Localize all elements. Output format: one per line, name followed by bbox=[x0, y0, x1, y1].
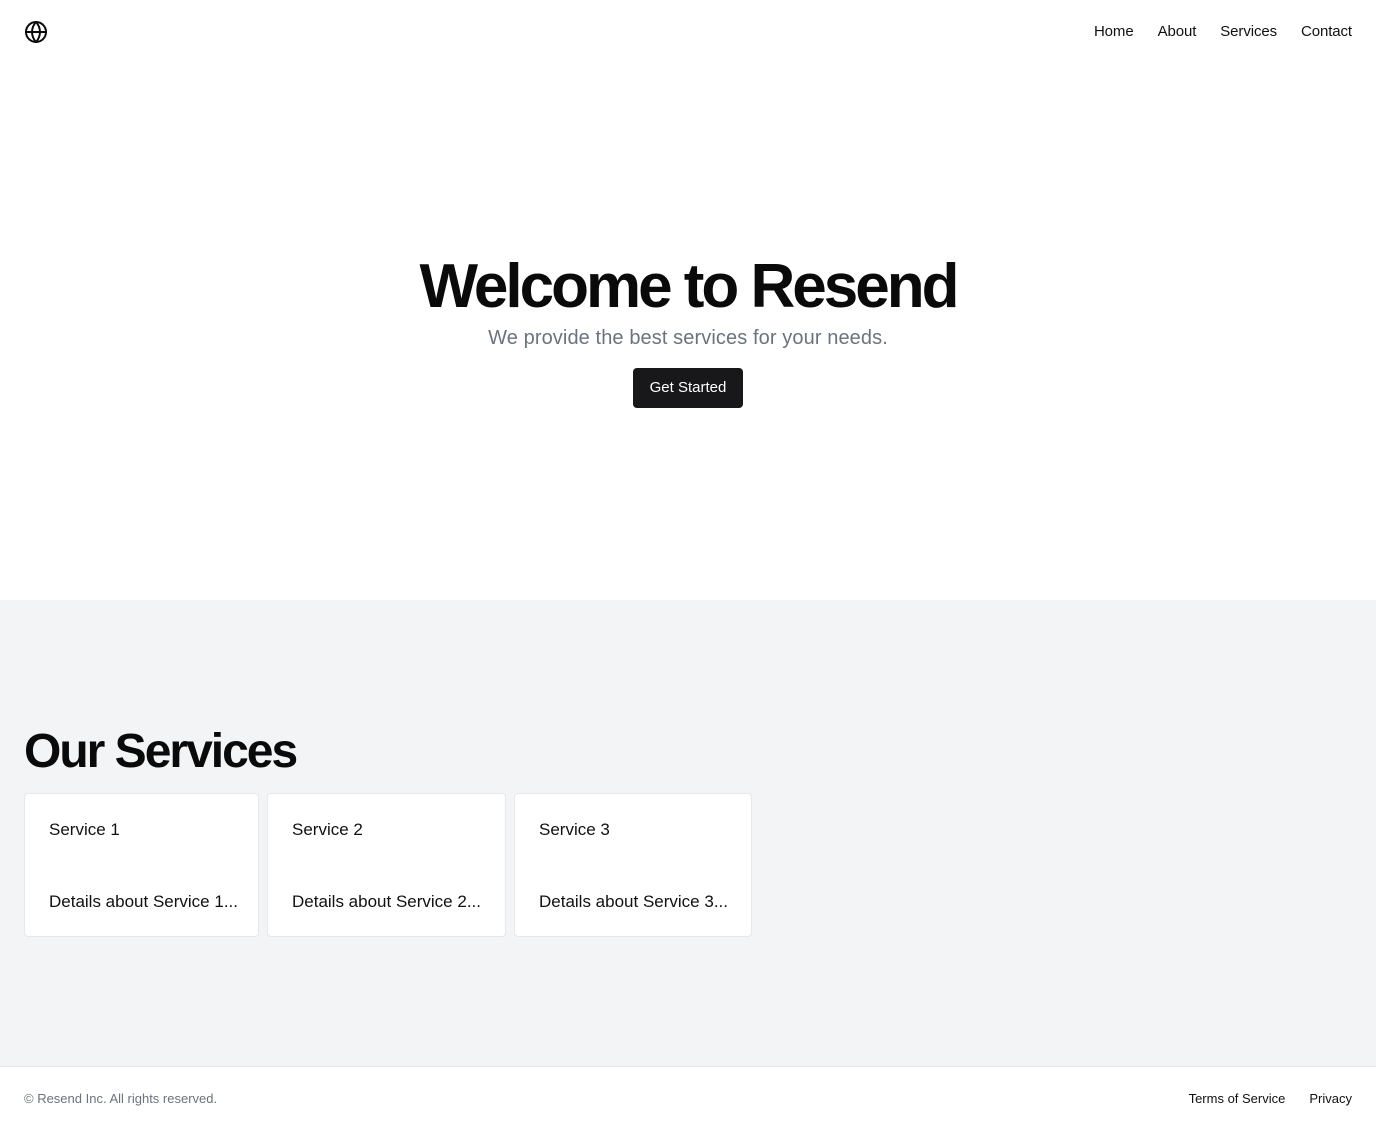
nav-link-about[interactable]: About bbox=[1158, 22, 1197, 42]
nav-link-contact[interactable]: Contact bbox=[1301, 22, 1352, 42]
hero-title: Welcome to Resend bbox=[419, 252, 959, 321]
site-header: Home About Services Contact bbox=[0, 0, 1376, 64]
nav-link-home[interactable]: Home bbox=[1094, 22, 1134, 42]
services-title: Our Services bbox=[24, 725, 298, 778]
main-nav: Home About Services Contact bbox=[1094, 22, 1352, 42]
service-card[interactable]: Service 2 Details about Service 2... bbox=[267, 793, 506, 937]
services-section: Our Services Service 1 Details about Ser… bbox=[0, 600, 1376, 1066]
terms-of-service-link[interactable]: Terms of Service bbox=[1189, 1091, 1286, 1107]
service-card-title: Service 3 bbox=[539, 820, 610, 839]
service-card-description: Details about Service 1... bbox=[49, 892, 238, 911]
hero-subtitle: We provide the best services for your ne… bbox=[488, 327, 888, 349]
service-card[interactable]: Service 1 Details about Service 1... bbox=[24, 793, 259, 937]
service-card-title: Service 2 bbox=[292, 820, 363, 839]
hero-section: Welcome to Resend We provide the best se… bbox=[0, 64, 1376, 600]
globe-icon[interactable] bbox=[24, 20, 48, 44]
nav-link-services[interactable]: Services bbox=[1220, 22, 1277, 42]
service-card[interactable]: Service 3 Details about Service 3... bbox=[514, 793, 752, 937]
service-card-title: Service 1 bbox=[49, 820, 120, 839]
footer-links: Terms of Service Privacy bbox=[1189, 1091, 1352, 1107]
privacy-link[interactable]: Privacy bbox=[1309, 1091, 1352, 1107]
site-footer: © Resend Inc. All rights reserved. Terms… bbox=[0, 1066, 1376, 1131]
service-card-description: Details about Service 2... bbox=[292, 892, 481, 911]
service-card-description: Details about Service 3... bbox=[539, 892, 728, 911]
get-started-button[interactable]: Get Started bbox=[633, 368, 743, 408]
copyright-text: © Resend Inc. All rights reserved. bbox=[24, 1091, 218, 1106]
